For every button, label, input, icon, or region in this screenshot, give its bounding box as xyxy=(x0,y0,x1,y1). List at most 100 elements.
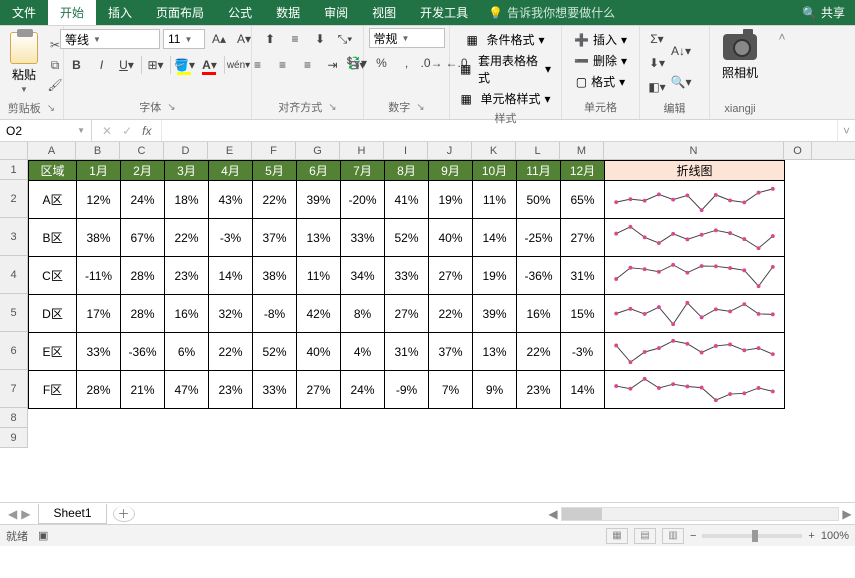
cell[interactable]: 4月 xyxy=(208,160,253,181)
cell[interactable]: 14% xyxy=(208,256,253,295)
fill-button[interactable]: ⬇▾ xyxy=(646,52,668,74)
formula-input[interactable] xyxy=(162,120,837,141)
column-header[interactable]: D xyxy=(164,142,208,159)
horizontal-scrollbar[interactable]: ◀▶ xyxy=(545,503,855,524)
cell[interactable]: 24% xyxy=(120,180,165,219)
cell[interactable]: 22% xyxy=(164,218,209,257)
expand-formula-bar-button[interactable]: ˅ xyxy=(837,120,855,141)
cell[interactable]: 27% xyxy=(560,218,605,257)
orientation-button[interactable]: ⤡▾ xyxy=(334,28,356,50)
cell[interactable]: -36% xyxy=(120,332,165,371)
cell[interactable]: 28% xyxy=(120,294,165,333)
cell[interactable]: -3% xyxy=(560,332,605,371)
underline-button[interactable]: U▾ xyxy=(116,54,138,76)
cell[interactable]: 4% xyxy=(340,332,385,371)
tab-insert[interactable]: 插入 xyxy=(96,0,144,25)
spreadsheet-grid[interactable]: ABCDEFGHIJKLMNO 123456789 区域1月2月3月4月5月6月… xyxy=(0,142,855,502)
cell[interactable]: 33% xyxy=(384,256,429,295)
row-header[interactable]: 7 xyxy=(0,370,28,408)
tab-dev[interactable]: 开发工具 xyxy=(408,0,480,25)
cell[interactable]: 27% xyxy=(296,370,341,409)
insert-cells-button[interactable]: ➕插入▾ xyxy=(570,30,631,49)
sort-filter-button[interactable]: A↓▾ xyxy=(670,33,692,69)
cell[interactable]: 23% xyxy=(164,256,209,295)
cell[interactable]: 18% xyxy=(164,180,209,219)
zoom-slider[interactable] xyxy=(702,534,802,538)
cell[interactable] xyxy=(604,256,785,295)
cell[interactable]: 17% xyxy=(76,294,121,333)
tab-view[interactable]: 视图 xyxy=(360,0,408,25)
cell[interactable]: 23% xyxy=(208,370,253,409)
cell[interactable]: 32% xyxy=(208,294,253,333)
row-header[interactable]: 3 xyxy=(0,218,28,256)
cell[interactable]: 1月 xyxy=(76,160,121,181)
cell[interactable]: 3月 xyxy=(164,160,209,181)
cell[interactable]: 38% xyxy=(252,256,297,295)
cell[interactable]: 12% xyxy=(76,180,121,219)
currency-button[interactable]: 💱▾ xyxy=(346,52,368,74)
cell[interactable]: 22% xyxy=(516,332,561,371)
comma-button[interactable]: , xyxy=(396,52,418,74)
column-header[interactable]: J xyxy=(428,142,472,159)
sheet-nav-next-button[interactable]: ▶ xyxy=(21,507,30,521)
column-header[interactable]: M xyxy=(560,142,604,159)
cell[interactable]: -25% xyxy=(516,218,561,257)
clear-button[interactable]: ◧▾ xyxy=(646,76,668,98)
cell[interactable]: 11% xyxy=(472,180,517,219)
cell[interactable] xyxy=(604,370,785,409)
cell[interactable]: 6月 xyxy=(296,160,341,181)
cell[interactable]: 27% xyxy=(384,294,429,333)
font-dialog-icon[interactable]: ↘ xyxy=(167,102,175,113)
cell[interactable]: 7% xyxy=(428,370,473,409)
cell[interactable]: -3% xyxy=(208,218,253,257)
cell[interactable]: 38% xyxy=(76,218,121,257)
cell[interactable]: 22% xyxy=(208,332,253,371)
cell[interactable]: 33% xyxy=(340,218,385,257)
cell[interactable] xyxy=(604,180,785,219)
border-button[interactable]: ⊞▾ xyxy=(145,54,167,76)
format-cells-button[interactable]: ▢格式▾ xyxy=(572,72,629,91)
cell[interactable] xyxy=(604,218,785,257)
percent-button[interactable]: % xyxy=(371,52,393,74)
column-header[interactable]: G xyxy=(296,142,340,159)
cell[interactable]: 10月 xyxy=(472,160,517,181)
select-all-button[interactable] xyxy=(0,142,28,160)
cell[interactable]: -11% xyxy=(76,256,121,295)
cell[interactable]: 13% xyxy=(472,332,517,371)
paste-button[interactable]: 粘贴 ▼ xyxy=(6,28,42,98)
zoom-out-button[interactable]: − xyxy=(690,530,696,542)
indent-button[interactable]: ⇥ xyxy=(322,54,344,76)
cell[interactable]: F区 xyxy=(28,370,77,409)
italic-button[interactable]: I xyxy=(91,54,113,76)
cell[interactable]: 23% xyxy=(516,370,561,409)
conditional-format-button[interactable]: ▦条件格式▾ xyxy=(462,30,548,49)
cell[interactable]: A区 xyxy=(28,180,77,219)
cell[interactable]: 33% xyxy=(76,332,121,371)
cell[interactable]: 27% xyxy=(428,256,473,295)
tab-file[interactable]: 文件 xyxy=(0,0,48,25)
tell-me[interactable]: 💡告诉我你想要做什么 xyxy=(480,0,792,25)
cell[interactable]: 折线图 xyxy=(604,160,785,181)
cell[interactable]: 11月 xyxy=(516,160,561,181)
column-header[interactable]: C xyxy=(120,142,164,159)
tab-review[interactable]: 审阅 xyxy=(312,0,360,25)
cell[interactable]: 5月 xyxy=(252,160,297,181)
cell[interactable]: -9% xyxy=(384,370,429,409)
cell[interactable]: 16% xyxy=(516,294,561,333)
cell[interactable]: 28% xyxy=(76,370,121,409)
cell[interactable]: 42% xyxy=(296,294,341,333)
cell[interactable]: -36% xyxy=(516,256,561,295)
cell[interactable]: 21% xyxy=(120,370,165,409)
sheet-nav-prev-button[interactable]: ◀ xyxy=(8,507,17,521)
column-header[interactable]: H xyxy=(340,142,384,159)
tab-formula[interactable]: 公式 xyxy=(216,0,264,25)
name-box[interactable]: O2▼ xyxy=(0,120,92,141)
cell[interactable]: -8% xyxy=(252,294,297,333)
cell[interactable]: 31% xyxy=(384,332,429,371)
find-button[interactable]: 🔍▾ xyxy=(670,71,692,93)
cell[interactable]: 24% xyxy=(340,370,385,409)
align-center-button[interactable]: ≡ xyxy=(272,54,294,76)
copy-button[interactable]: ⧉ xyxy=(46,57,64,73)
align-middle-button[interactable]: ≡ xyxy=(284,28,306,50)
cell[interactable]: 8% xyxy=(340,294,385,333)
